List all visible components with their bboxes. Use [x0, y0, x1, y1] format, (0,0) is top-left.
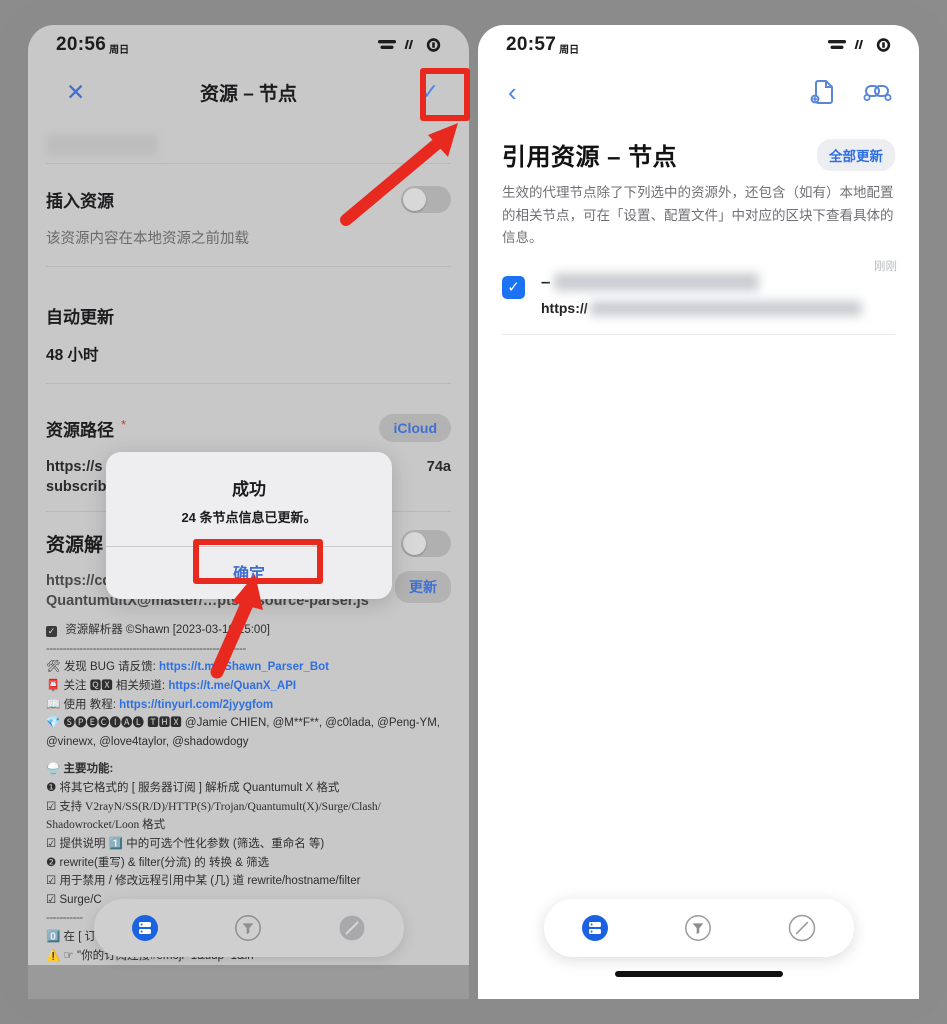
note-line-credits: 💎 🅢🅟🅔🅒🅘🅐🅛 🆃🅷🆇 @Jamie CHIEN, @M**F**, @c0… [46, 717, 440, 748]
resource-parser-label: 资源解 [46, 535, 104, 556]
back-icon[interactable]: ‹ [508, 79, 517, 105]
tab-disabled[interactable] [787, 913, 817, 943]
resource-url-prefix: https:// [541, 300, 588, 317]
channel-link[interactable]: https://t.me/QuanX_API [168, 680, 296, 692]
resource-list-item[interactable]: ✓ – https:// 刚刚 [478, 250, 919, 316]
rice-icon: 🍚 [46, 763, 61, 776]
page-title: 资源 – 节点 [199, 83, 298, 105]
right-nav-bar: ‹ [478, 65, 919, 119]
features-header-line: 🍚 主要功能: [46, 763, 114, 776]
add-link-icon[interactable] [863, 80, 893, 104]
book-icon: 📖 [46, 698, 61, 711]
note-line-channel: 📮 关注 🆀🆇 相关频道: https://t.me/QuanX_API [46, 679, 297, 692]
feature-line-3: Shadowrocket/Loon 格式 [46, 819, 166, 832]
insert-resource-row[interactable]: 插入资源 [28, 186, 469, 213]
feature-line-2: ☑ 支持 V2rayN/SS(R/D)/HTTP(S)/Trojan/Quant… [46, 800, 381, 813]
icloud-button[interactable]: iCloud [379, 414, 451, 442]
insert-resource-label: 插入资源 [46, 192, 114, 211]
auto-update-label: 自动更新 [46, 308, 114, 327]
checked-box-icon: ✓ [46, 626, 57, 637]
close-icon[interactable]: ✕ [66, 80, 85, 104]
resource-path-label: 资源路径 [46, 420, 114, 440]
wifi-icon [378, 40, 396, 49]
note-header-line: ✓ 资源解析器 ©Shawn [2023-03-10 15:00] [46, 621, 451, 640]
left-status-bar: 20:56 周日 [28, 25, 469, 65]
right-status-bar: 20:57 周日 [478, 25, 919, 65]
gem-icon: 💎 [46, 717, 61, 730]
divider [502, 334, 895, 336]
note-line-bug: 🛠 发现 BUG 请反馈: https://t.me/Shawn_Parser_… [46, 661, 329, 674]
left-nav-bar: ✕ 资源 – 节点 ✓ [28, 65, 469, 119]
battery-icon [876, 38, 891, 52]
right-phone-screen: 20:57 周日 ‹ 引用资源 – 节点 全部更新 生效的代理节点除了下列选中的… [478, 25, 919, 999]
tab-filters[interactable] [683, 913, 713, 943]
zero-badge-icon: 0️⃣ [46, 931, 61, 943]
feature-line-4: ☑ 提供说明 1️⃣ 中的可选个性化参数 (筛选、重命名 等) [46, 837, 325, 850]
right-status-time: 20:57 [506, 34, 557, 55]
dialog-title: 成功 [232, 480, 266, 499]
auto-update-value: 48 小时 [46, 347, 99, 364]
mail-icon: 📮 [46, 679, 61, 692]
resource-timestamp: 刚刚 [874, 261, 897, 274]
bug-icon: 🛠 [46, 661, 61, 674]
right-description: 生效的代理节点除了下列选中的资源外，还包含（如有）本地配置的相关节点，可在「设置… [502, 185, 894, 246]
insert-resource-subtitle-row: 该资源内容在本地资源之前加载 [28, 213, 469, 248]
insert-resource-subtitle: 该资源内容在本地资源之前加载 [46, 231, 249, 247]
wifi-icon [828, 40, 846, 49]
feature-line-6: ☑ 用于禁用 / 修改远程引用中某 (几) 道 rewrite/hostname… [46, 875, 361, 888]
signal-icon [854, 40, 863, 49]
device-frame: 20:56 周日 ✕ 资源 – 节点 ✓ 插入资源 该资源内容在本地资源之前加载… [0, 0, 947, 1024]
battery-icon [426, 38, 441, 52]
resource-name-line: – [541, 272, 862, 292]
bug-link[interactable]: https://t.me/Shawn_Parser_Bot [159, 661, 329, 673]
resource-parser-toggle[interactable] [401, 530, 451, 557]
redacted-resource-name [554, 273, 760, 292]
top-partial-row [28, 127, 469, 163]
feature-line-5: ❷ rewrite(重写) & filter(分流) 的 转换 & 筛选 [46, 856, 270, 869]
check-icon: ✓ [507, 279, 520, 297]
insert-resource-toggle[interactable] [401, 186, 451, 213]
left-bottom-bar [28, 965, 469, 999]
confirm-highlight-box [420, 68, 470, 121]
right-status-day: 周日 [559, 45, 580, 56]
right-title-row: 引用资源 – 节点 全部更新 [478, 119, 919, 172]
tab-resources[interactable] [130, 913, 160, 943]
signal-icon [404, 40, 413, 49]
warning-icon: ⚠️ [46, 949, 61, 962]
left-status-day: 周日 [109, 45, 130, 56]
left-status-time: 20:56 [56, 34, 107, 55]
add-file-icon[interactable] [809, 78, 835, 106]
update-button[interactable]: 更新 [395, 571, 451, 603]
ok-highlight-box [193, 539, 323, 584]
auto-update-row[interactable]: 自动更新 48 小时 [28, 303, 469, 365]
home-indicator [614, 971, 783, 977]
required-marker: * [121, 416, 127, 432]
right-page-title: 引用资源 – 节点 [502, 144, 678, 171]
resource-path-row: 资源路径 * iCloud [28, 414, 469, 442]
resource-path-value-tail: 74a [426, 459, 451, 475]
redacted-text [46, 134, 158, 156]
note-header: 资源解析器 ©Shawn [2023-03-10 15:00] [65, 624, 270, 636]
tab-disabled[interactable] [337, 913, 367, 943]
right-tab-bar [543, 899, 854, 957]
note-divider: ----------------------------------------… [46, 642, 246, 655]
tutorial-link[interactable]: https://tinyurl.com/2jyygfom [119, 699, 273, 711]
resource-url-line: https:// [541, 300, 862, 316]
note-line-tutorial: 📖 使用 教程: https://tinyurl.com/2jyygfom [46, 698, 274, 711]
tab-resources[interactable] [580, 913, 610, 943]
update-all-button[interactable]: 全部更新 [817, 138, 895, 171]
resource-checkbox[interactable]: ✓ [502, 276, 525, 300]
redacted-resource-url [589, 300, 862, 316]
feature-line-1: ❶ 将其它格式的 [ 服务器订阅 ] 解析成 Quantumult X 格式 [46, 782, 340, 794]
left-tab-bar [93, 899, 404, 957]
tab-filters[interactable] [233, 913, 263, 943]
resource-dash: – [541, 272, 551, 292]
